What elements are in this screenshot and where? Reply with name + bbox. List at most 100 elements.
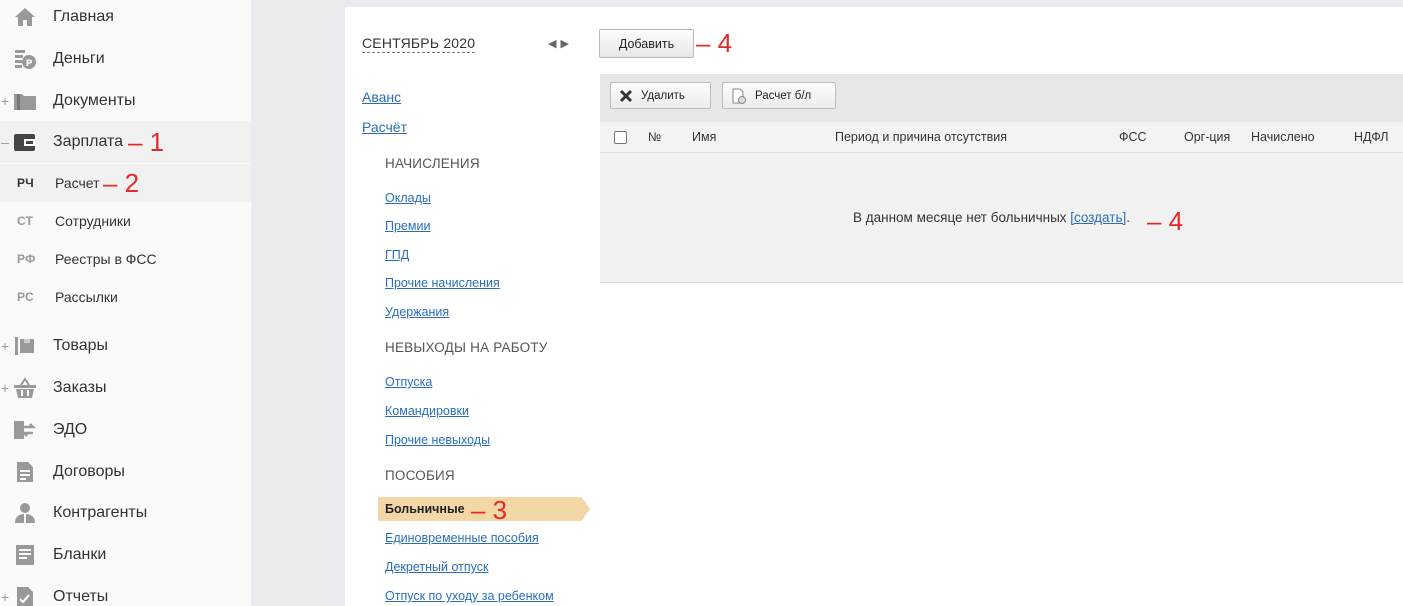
column-fss[interactable]: ФСС [1119,130,1147,144]
select-all-checkbox[interactable] [614,131,627,144]
link-bonuses[interactable]: Премии [385,219,430,233]
period-arrows: ◀▶ [548,37,573,50]
expand-icon[interactable]: + [0,380,10,396]
period-selector[interactable]: СЕНТЯБРЬ 2020 [362,35,476,53]
sidebar-item-label: Заказы [53,379,107,396]
table-header: № Имя Период и причина отсутствия ФСС Ор… [600,122,1403,153]
section-accruals: НАЧИСЛЕНИЯ [385,156,480,171]
sidebar-item-home[interactable]: Главная [0,0,251,38]
money-icon: P [13,47,37,71]
sidebar-item-counterparties[interactable]: Контрагенты [0,492,251,534]
sidebar-item-forms[interactable]: Бланки [0,534,251,576]
subitem-label: Реестры в ФСС [55,251,157,267]
link-business-trips[interactable]: Командировки [385,404,469,418]
folder-icon [13,89,37,113]
section-absences: НЕВЫХОДЫ НА РАБОТУ [385,340,548,355]
expand-icon[interactable]: + [0,589,10,605]
main-panel: СЕНТЯБРЬ 2020 ◀▶ Аванс Расчёт НАЧИСЛЕНИЯ… [345,7,1403,606]
link-gpd[interactable]: ГПД [385,248,409,262]
calc-sick-leave-label: Расчет б/л [755,89,812,102]
sidebar-item-documents[interactable]: + Документы [0,80,251,122]
table-toolbar: Удалить Расчет б/л [600,74,1403,122]
empty-text: В данном месяце нет больничных [853,210,1071,225]
link-lump-sum-benefits[interactable]: Единовременные пособия [385,531,539,545]
sidebar-item-money[interactable]: P Деньги [0,38,251,80]
link-settlement[interactable]: Расчёт [362,119,407,135]
calc-sick-leave-button[interactable]: Расчет б/л [722,82,836,109]
edo-icon [13,418,37,442]
sick-leave-table: Удалить Расчет б/л № Имя Период и причин… [600,74,1403,283]
basket-icon [13,376,37,400]
add-button[interactable]: Добавить [599,29,694,58]
link-deductions[interactable]: Удержания [385,305,449,319]
link-sick-leave-selected[interactable]: Больничные [385,502,465,516]
column-period-reason[interactable]: Период и причина отсутствия [835,130,1007,144]
column-accrued[interactable]: Начислено [1251,130,1315,144]
link-other-accruals[interactable]: Прочие начисления [385,276,500,290]
annotation-4-create: – 4 [1147,206,1184,236]
subitem-label: Рассылки [55,289,118,305]
sidebar-item-label: Деньги [53,50,105,67]
expand-icon[interactable]: + [0,93,10,109]
svg-text:P: P [26,59,33,69]
sidebar-item-label: Документы [53,92,136,109]
box-icon [13,334,37,358]
column-number[interactable]: № [648,130,661,144]
annotation-1: – 1 [128,127,165,157]
empty-message: В данном месяце нет больничных [создать]… [853,210,1130,225]
link-vacations[interactable]: Отпуска [385,375,432,389]
column-organization[interactable]: Орг-ция [1184,130,1230,144]
report-icon [13,585,37,606]
sidebar-item-label: Отчеты [53,588,109,605]
sidebar-subitem-fss-registers[interactable]: РФ Реестры в ФСС [0,240,251,278]
sidebar-item-salary[interactable]: – Зарплата [0,121,251,163]
section-benefits: ПОСОБИЯ [385,468,455,483]
sidebar-item-label: Зарплата [53,133,124,150]
link-salaries[interactable]: Оклады [385,191,431,205]
sidebar-item-reports[interactable]: + Отчеты [0,576,251,606]
sidebar-item-contracts[interactable]: Договоры [0,451,251,493]
sidebar: Главная P Деньги + Документы – Зарплата … [0,0,251,606]
sidebar-subitem-employees[interactable]: СТ Сотрудники [0,202,251,240]
document-calc-icon [731,88,747,104]
subitem-label: Сотрудники [55,213,131,229]
annotation-3: – 3 [471,495,508,525]
sidebar-item-orders[interactable]: + Заказы [0,367,251,409]
column-name[interactable]: Имя [692,130,716,144]
link-other-absences[interactable]: Прочие невыходы [385,433,490,447]
sidebar-item-label: Договоры [53,463,125,480]
sidebar-item-label: Главная [53,8,114,25]
sidebar-item-label: Бланки [53,546,107,563]
delete-button[interactable]: Удалить [610,82,711,109]
sidebar-item-edo[interactable]: ЭДО [0,409,251,451]
contract-icon [13,460,37,484]
wallet-icon [13,130,37,154]
subitem-abbr: РЧ [17,176,35,190]
sidebar-item-label: ЭДО [53,421,88,438]
collapse-icon[interactable]: – [0,134,10,150]
sidebar-subitem-mailings[interactable]: РС Рассылки [0,278,251,316]
person-icon [13,501,37,525]
prev-month-icon[interactable]: ◀ [548,38,560,50]
link-advance[interactable]: Аванс [362,89,401,105]
empty-text-end: . [1126,210,1131,225]
form-icon [13,543,37,567]
link-childcare-leave[interactable]: Отпуск по уходу за ребенком [385,589,554,603]
delete-icon [619,89,633,103]
subitem-abbr: СТ [17,214,34,228]
column-ndfl[interactable]: НДФЛ [1354,130,1389,144]
subitem-abbr: РФ [17,252,36,266]
home-icon [13,5,37,29]
annotation-4-add: – 4 [696,28,733,58]
subitem-label: Расчет [55,175,100,191]
expand-icon[interactable]: + [0,338,10,354]
delete-label: Удалить [641,89,685,102]
subitem-abbr: РС [17,290,34,304]
sidebar-item-goods[interactable]: + Товары [0,325,251,367]
next-month-icon[interactable]: ▶ [560,38,572,50]
sidebar-item-label: Контрагенты [53,504,148,521]
annotation-2: – 2 [103,168,140,198]
sidebar-item-label: Товары [53,337,109,354]
create-link[interactable]: [создать] [1070,210,1126,225]
link-maternity-leave[interactable]: Декретный отпуск [385,560,488,574]
